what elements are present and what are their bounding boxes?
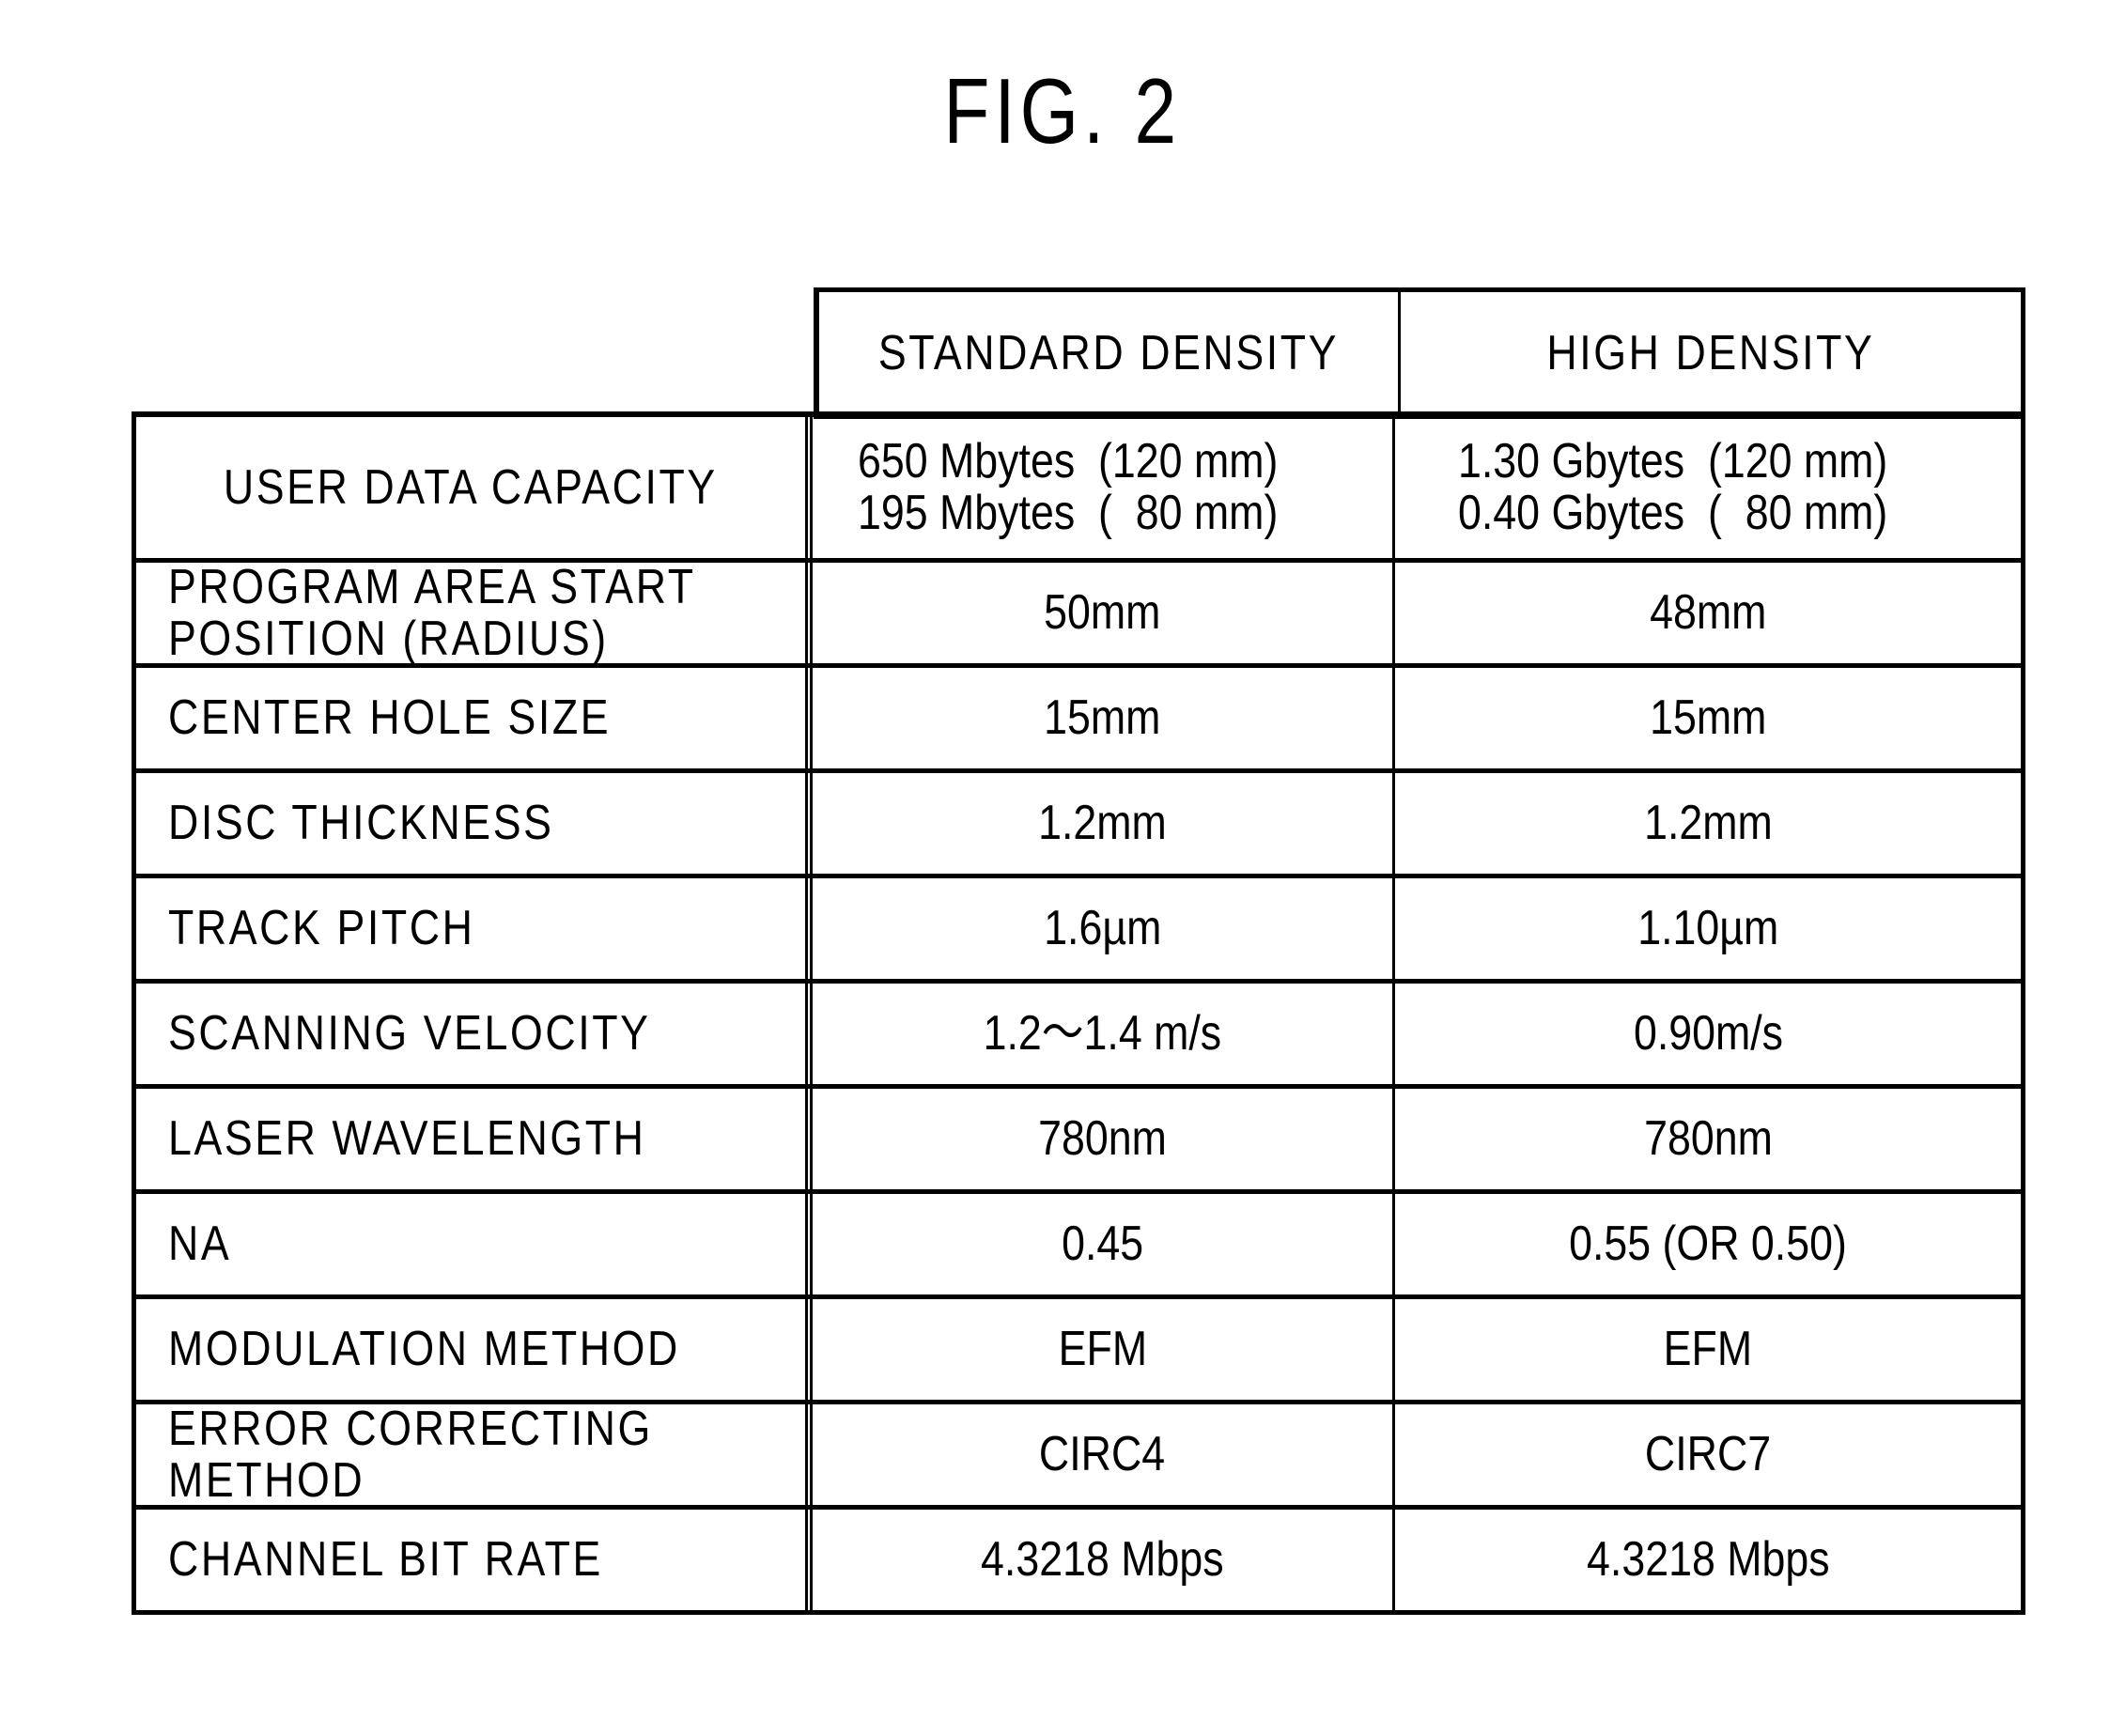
high-value-text: 1.10µm <box>1637 901 1779 956</box>
column-header-high: HIGH DENSITY <box>1401 292 2021 414</box>
table-row: SCANNING VELOCITY 1.2～1.4 m/s 0.90m/s <box>136 979 2021 1084</box>
standard-value: 1.6µm <box>813 878 1395 979</box>
standard-value-text: 50mm <box>1044 585 1161 641</box>
row-label: PROGRAM AREA START POSITION (RADIUS) <box>136 559 813 666</box>
row-label-text: LASER WAVELENGTH <box>168 1111 646 1167</box>
standard-value-text: 4.3218 Mbps <box>981 1532 1224 1588</box>
column-header-high-label: HIGH DENSITY <box>1546 326 1875 380</box>
standard-value: 4.3218 Mbps <box>813 1510 1395 1610</box>
high-value-line: 0.40 Gbytes ( 80 mm) <box>1458 486 1888 540</box>
row-label-text: SCANNING VELOCITY <box>168 1006 651 1062</box>
row-label-line: METHOD <box>168 1452 365 1508</box>
high-value: 780nm <box>1395 1089 2021 1189</box>
table-row: TRACK PITCH 1.6µm 1.10µm <box>136 874 2021 979</box>
standard-value: 780nm <box>813 1089 1395 1189</box>
row-label-text: CENTER HOLE SIZE <box>168 690 612 746</box>
standard-value: 1.2mm <box>813 773 1395 874</box>
row-label-text: NA <box>168 1217 232 1272</box>
row-label: ERROR CORRECTING METHOD <box>136 1401 813 1508</box>
high-value-text: 0.55 (OR 0.50) <box>1569 1217 1847 1272</box>
spec-table: USER DATA CAPACITY 650 Mbytes (120 mm) 1… <box>132 411 2025 1615</box>
table-row: CENTER HOLE SIZE 15mm 15mm <box>136 663 2021 768</box>
standard-value: EFM <box>813 1299 1395 1400</box>
table-row: NA 0.45 0.55 (OR 0.50) <box>136 1189 2021 1294</box>
row-label-line: PROGRAM AREA START <box>168 559 696 614</box>
high-value-text: CIRC7 <box>1644 1427 1772 1482</box>
standard-value: 50mm <box>813 563 1395 663</box>
high-value: EFM <box>1395 1299 2021 1400</box>
high-value: 0.55 (OR 0.50) <box>1395 1194 2021 1294</box>
standard-value-text: CIRC4 <box>1039 1427 1166 1482</box>
standard-value: 0.45 <box>813 1194 1395 1294</box>
standard-value: 650 Mbytes (120 mm) 195 Mbytes ( 80 mm) <box>813 417 1395 558</box>
row-label-text: CHANNEL BIT RATE <box>168 1532 603 1588</box>
high-value-text: 15mm <box>1649 690 1767 746</box>
high-value-line: 1.30 Gbytes (120 mm) <box>1458 434 1888 489</box>
column-header-table: STANDARD DENSITY HIGH DENSITY <box>814 287 2025 419</box>
standard-value-line: 195 Mbytes ( 80 mm) <box>858 486 1279 540</box>
row-label-line: POSITION (RADIUS) <box>168 611 609 666</box>
high-value-text: 0.90m/s <box>1633 1006 1783 1062</box>
high-value: 4.3218 Mbps <box>1395 1510 2021 1610</box>
high-value: 15mm <box>1395 668 2021 768</box>
high-value: 48mm <box>1395 563 2021 663</box>
row-label: CENTER HOLE SIZE <box>136 668 813 768</box>
standard-value: 1.2～1.4 m/s <box>813 984 1395 1084</box>
standard-value: CIRC4 <box>813 1404 1395 1505</box>
table-row: CHANNEL BIT RATE 4.3218 Mbps 4.3218 Mbps <box>136 1505 2021 1610</box>
row-label: LASER WAVELENGTH <box>136 1089 813 1189</box>
row-label-line: ERROR CORRECTING <box>168 1401 653 1456</box>
row-label-text: TRACK PITCH <box>168 901 475 956</box>
standard-value-text: 780nm <box>1038 1111 1167 1167</box>
row-label: TRACK PITCH <box>136 878 813 979</box>
high-value: 1.10µm <box>1395 878 2021 979</box>
column-header-standard: STANDARD DENSITY <box>819 292 1401 414</box>
standard-value-text: 1.2～1.4 m/s <box>983 1006 1222 1062</box>
standard-value: 15mm <box>813 668 1395 768</box>
high-value-text: 4.3218 Mbps <box>1586 1532 1830 1588</box>
table-row: PROGRAM AREA START POSITION (RADIUS) 50m… <box>136 558 2021 666</box>
high-value: 1.30 Gbytes (120 mm) 0.40 Gbytes ( 80 mm… <box>1395 417 2021 558</box>
figure-title-text: FIG. 2 <box>943 59 1182 163</box>
high-value-text: 48mm <box>1649 585 1767 641</box>
row-label-text: MODULATION METHOD <box>168 1322 680 1377</box>
row-label: DISC THICKNESS <box>136 773 813 874</box>
high-value: 1.2mm <box>1395 773 2021 874</box>
row-label-text: DISC THICKNESS <box>168 796 554 851</box>
column-header-standard-label: STANDARD DENSITY <box>877 326 1340 380</box>
standard-value-text: 15mm <box>1044 690 1161 746</box>
standard-value-text: EFM <box>1058 1322 1147 1377</box>
table-row: MODULATION METHOD EFM EFM <box>136 1294 2021 1400</box>
row-label: CHANNEL BIT RATE <box>136 1510 813 1610</box>
table-row: LASER WAVELENGTH 780nm 780nm <box>136 1084 2021 1189</box>
standard-value-text: 1.6µm <box>1043 901 1162 956</box>
standard-value-text: 1.2mm <box>1038 796 1167 851</box>
row-label-text: USER DATA CAPACITY <box>223 459 719 515</box>
row-label: SCANNING VELOCITY <box>136 984 813 1084</box>
row-label: USER DATA CAPACITY <box>136 417 813 558</box>
high-value-text: 1.2mm <box>1643 796 1773 851</box>
high-value: CIRC7 <box>1395 1404 2021 1505</box>
high-value-text: EFM <box>1663 1322 1753 1377</box>
high-value: 0.90m/s <box>1395 984 2021 1084</box>
standard-value-text: 0.45 <box>1061 1217 1144 1272</box>
standard-value-line: 650 Mbytes (120 mm) <box>858 434 1279 489</box>
row-label: NA <box>136 1194 813 1294</box>
table-row: USER DATA CAPACITY 650 Mbytes (120 mm) 1… <box>136 417 2021 558</box>
high-value-text: 780nm <box>1643 1111 1773 1167</box>
figure-title: FIG. 2 <box>197 58 1928 164</box>
table-row: DISC THICKNESS 1.2mm 1.2mm <box>136 768 2021 874</box>
table-row: ERROR CORRECTING METHOD CIRC4 CIRC7 <box>136 1400 2021 1508</box>
row-label: MODULATION METHOD <box>136 1299 813 1400</box>
